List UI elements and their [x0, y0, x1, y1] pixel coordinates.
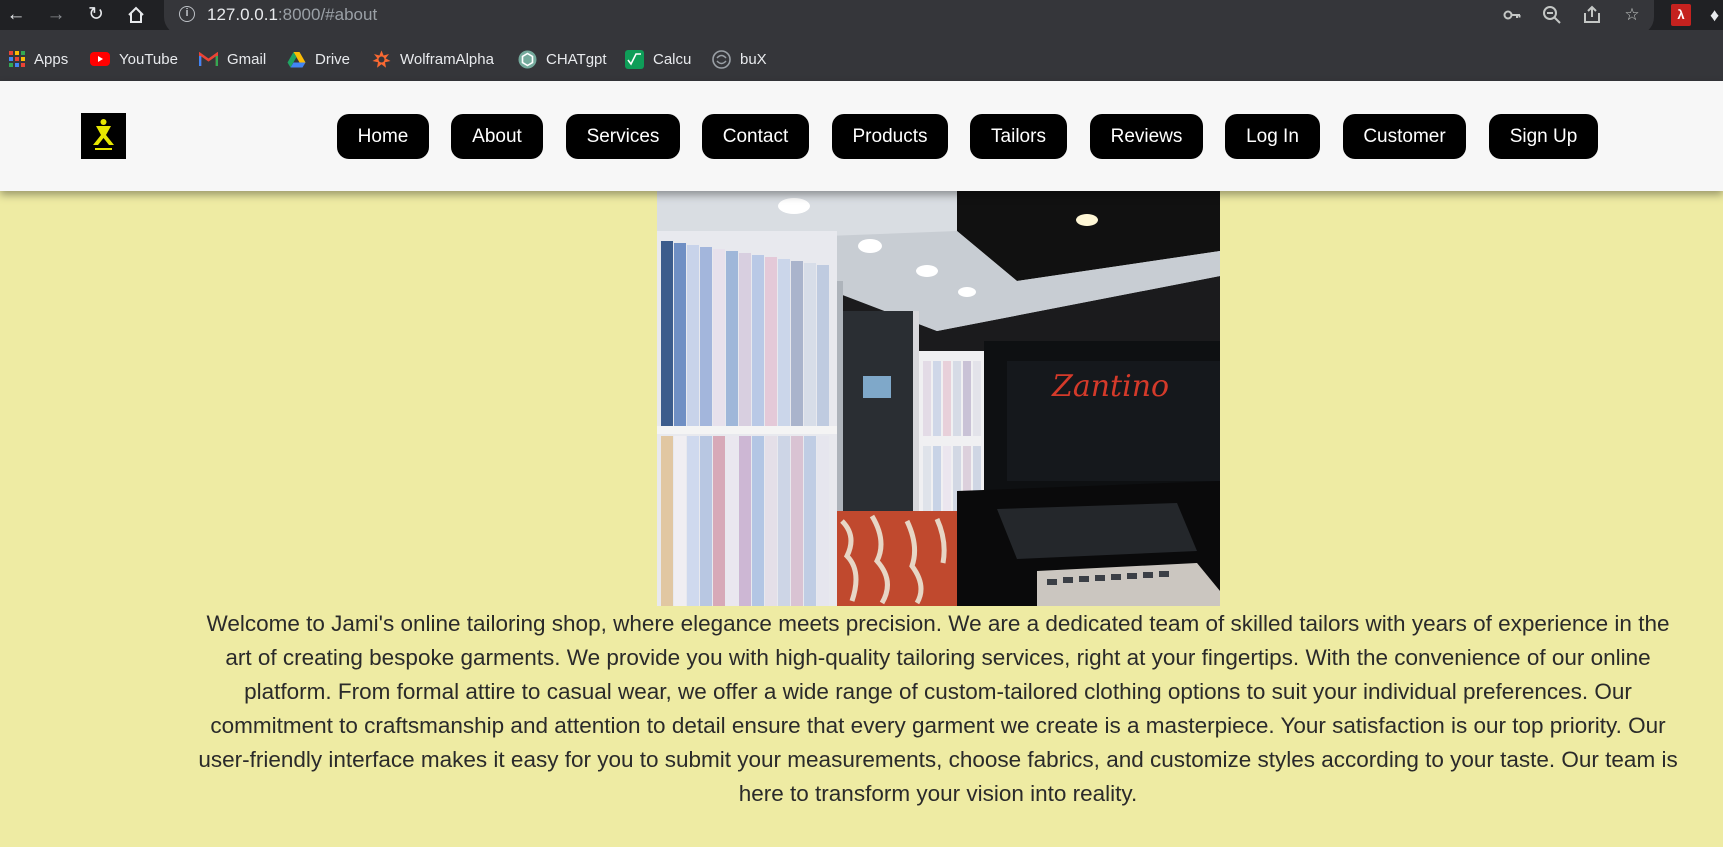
bookmark-label: Apps: [34, 50, 69, 68]
bookmark-label: Gmail: [227, 50, 267, 68]
site-header: Home About Services Contact Products Tai…: [0, 81, 1723, 191]
tailor-logo-icon: [81, 113, 126, 159]
nav-home-button[interactable]: Home: [337, 114, 429, 159]
extensions-puzzle-icon[interactable]: ♦: [1710, 4, 1723, 26]
url-host: 127.0.0.1: [207, 5, 278, 24]
bookmark-label: Calcu: [653, 50, 692, 68]
bookmark-label: YouTube: [119, 50, 178, 68]
key-icon[interactable]: [1501, 4, 1523, 26]
star-icon[interactable]: ☆: [1621, 4, 1643, 26]
site-logo[interactable]: [81, 113, 126, 159]
nav-about-button[interactable]: About: [451, 114, 543, 159]
bookmark-chatgpt[interactable]: CHATgpt: [518, 45, 607, 73]
bookmarks-bar: Apps YouTube Gmail Drive WolframAlpha CH…: [0, 30, 1723, 81]
back-icon[interactable]: ←: [4, 3, 28, 27]
nav-contact-button[interactable]: Contact: [702, 114, 809, 159]
browser-toolbar: ← → ↻ i 127.0.0.1:8000/#about ☆ λ ♦: [0, 0, 1723, 35]
drive-icon: [287, 51, 306, 68]
wolframalpha-icon: [372, 50, 391, 69]
nav-products-button[interactable]: Products: [832, 114, 948, 159]
bookmark-apps[interactable]: Apps: [9, 45, 68, 73]
bookmark-wolframalpha[interactable]: WolframAlpha: [372, 45, 494, 73]
nav-login-button[interactable]: Log In: [1225, 114, 1320, 159]
nav-tailors-button[interactable]: Tailors: [970, 114, 1067, 159]
reload-icon[interactable]: ↻: [84, 3, 108, 27]
bookmark-youtube[interactable]: YouTube: [90, 45, 178, 73]
nav-customer-button[interactable]: Customer: [1343, 114, 1466, 159]
bux-icon: [712, 49, 731, 69]
url-text[interactable]: 127.0.0.1:8000/#about: [207, 5, 377, 25]
bookmark-label: CHATgpt: [546, 50, 607, 68]
apps-grid-icon: [9, 51, 25, 67]
bookmark-bux[interactable]: buX: [712, 45, 767, 73]
nav-reviews-button[interactable]: Reviews: [1090, 114, 1203, 159]
gmail-icon: [198, 50, 219, 67]
chatgpt-icon: [518, 50, 537, 69]
nav-signup-button[interactable]: Sign Up: [1489, 114, 1598, 159]
bookmark-label: WolframAlpha: [400, 50, 494, 68]
bookmark-drive[interactable]: Drive: [287, 45, 350, 73]
bookmark-calcu[interactable]: Calcu: [625, 45, 691, 73]
bookmark-label: buX: [740, 50, 767, 68]
info-icon[interactable]: i: [179, 6, 195, 22]
url-path: :8000/#about: [277, 5, 378, 24]
photo-sign-text: Zantino: [1051, 369, 1169, 404]
pdf-extension-icon[interactable]: λ: [1671, 4, 1691, 26]
forward-icon[interactable]: →: [44, 3, 68, 27]
share-icon[interactable]: [1581, 4, 1603, 26]
home-icon[interactable]: [124, 3, 148, 27]
youtube-icon: [90, 52, 110, 66]
bookmark-gmail[interactable]: Gmail: [198, 45, 267, 73]
zoom-out-icon[interactable]: [1541, 4, 1563, 26]
bookmark-label: Drive: [315, 50, 351, 68]
nav-services-button[interactable]: Services: [566, 114, 680, 159]
about-description: Welcome to Jami's online tailoring shop,…: [198, 611, 1678, 806]
calculator-icon: [625, 49, 644, 69]
shop-interior-photo: Zantino: [657, 191, 1220, 606]
